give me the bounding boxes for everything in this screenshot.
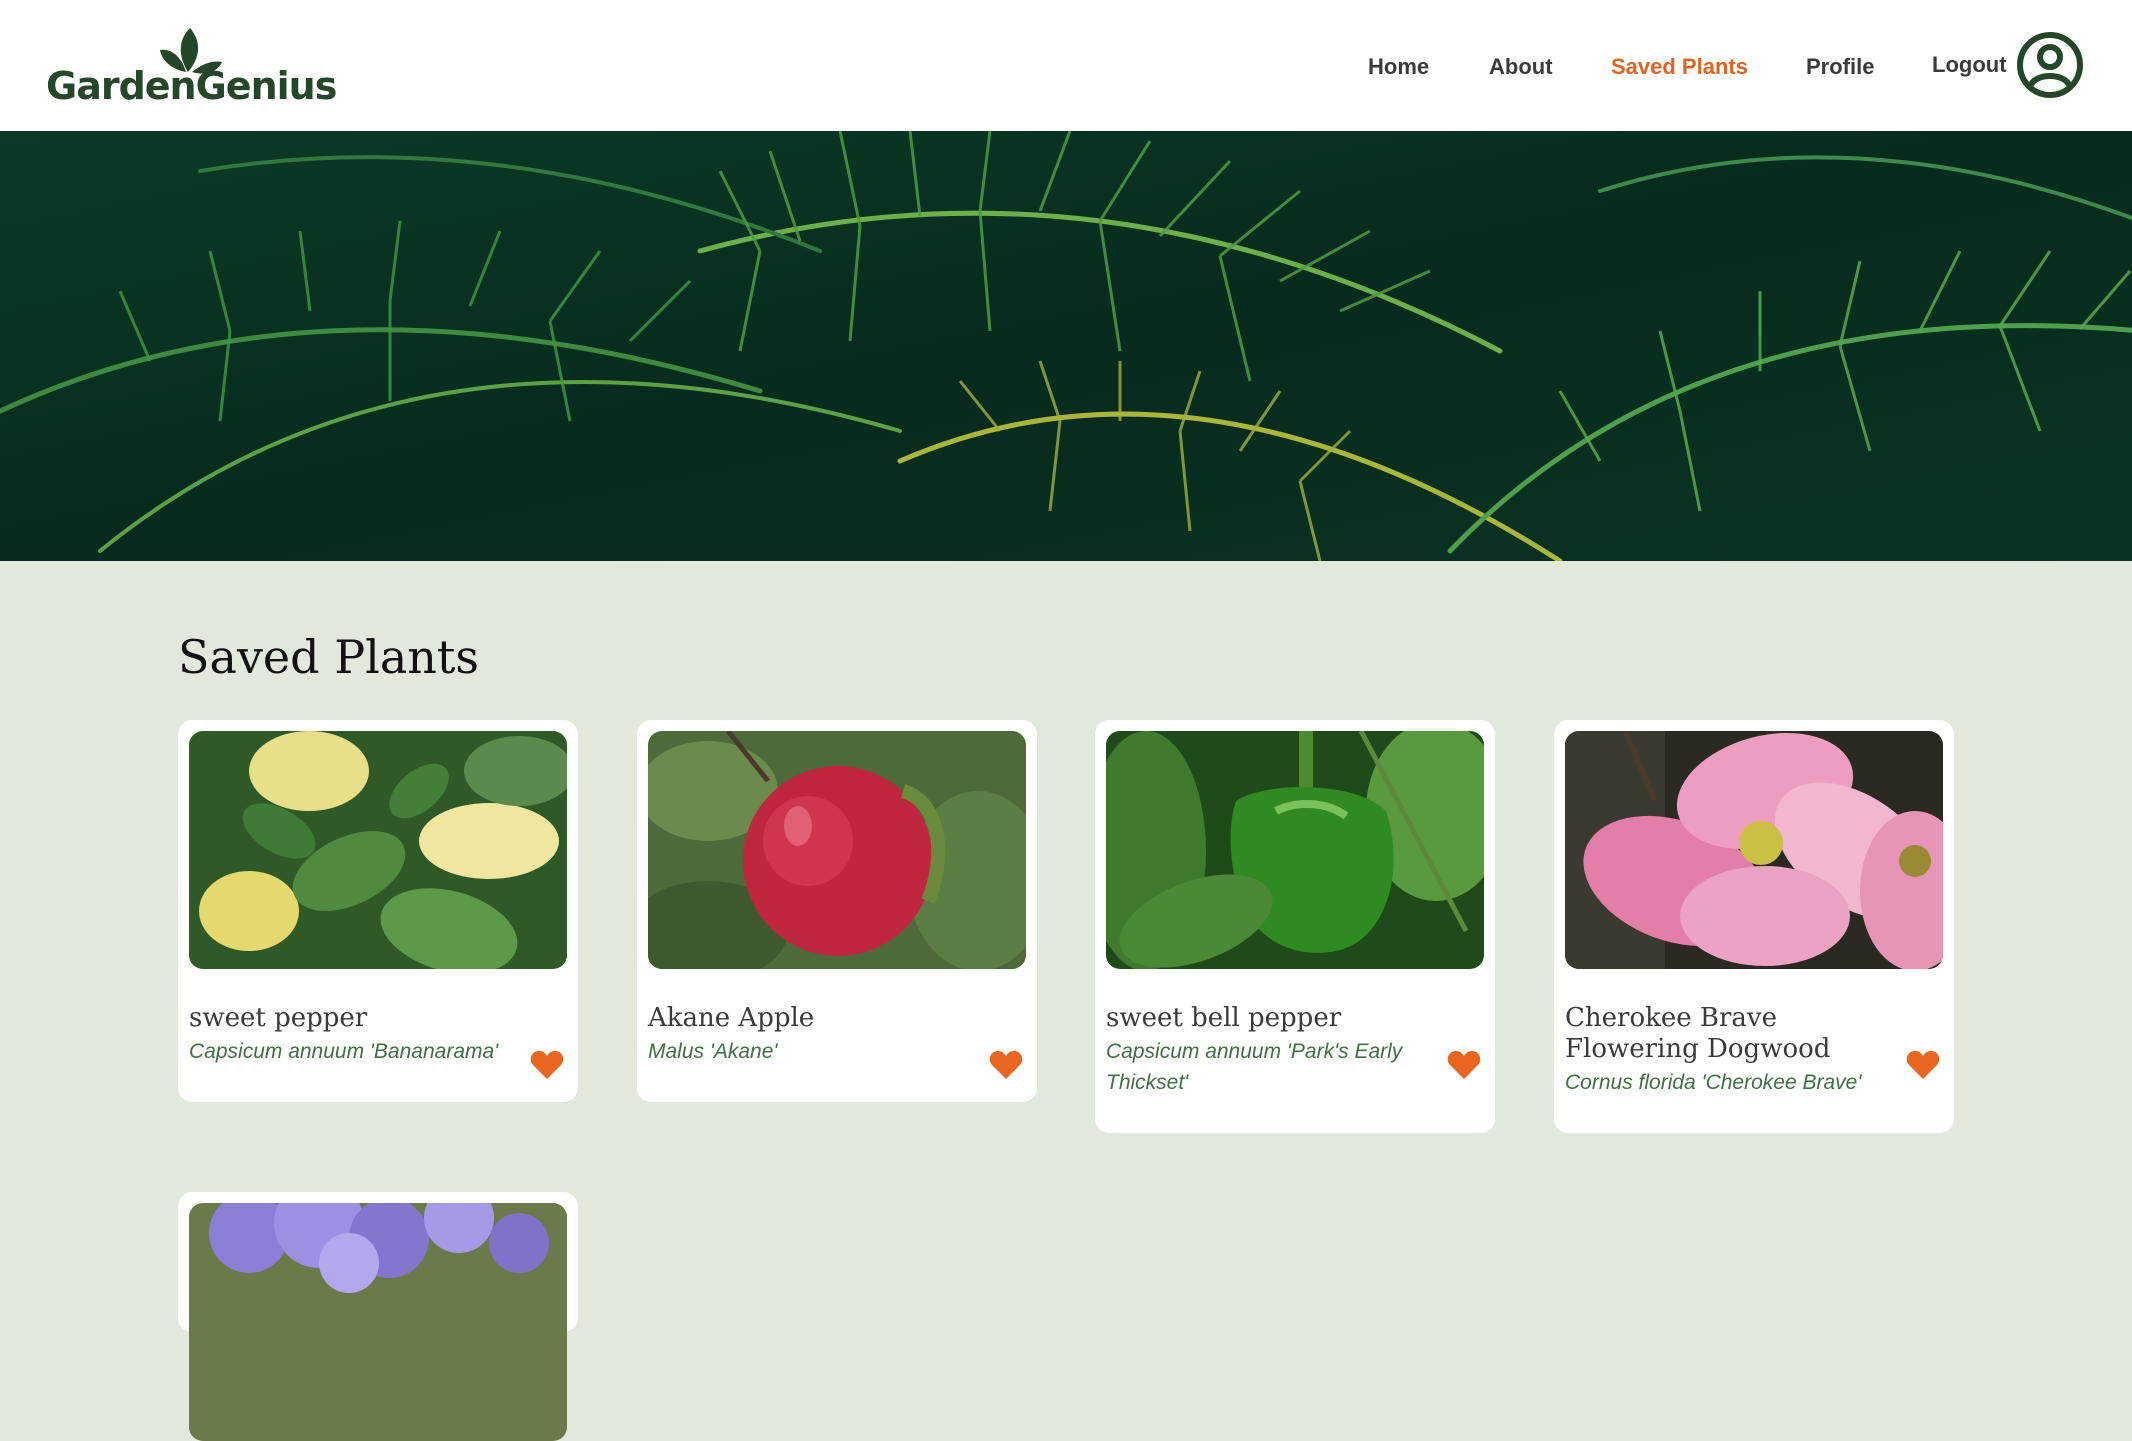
plant-common-name: Cherokee Brave Flowering Dogwood xyxy=(1565,1003,1831,1064)
nav-home[interactable]: Home xyxy=(1368,54,1429,80)
pink-dogwood-flower-image xyxy=(1565,731,1943,969)
user-circle-icon[interactable] xyxy=(2016,31,2084,99)
red-apple-image xyxy=(648,731,1026,969)
plant-card[interactable]: sweet pepper Capsicum annuum 'Bananarama… xyxy=(178,720,578,1102)
plant-card[interactable]: sweet bell pepper Capsicum annuum 'Park'… xyxy=(1095,720,1495,1133)
plant-common-name: Akane Apple xyxy=(648,1003,815,1033)
page-title: Saved Plants xyxy=(178,630,480,684)
site-header: GardenGenius Home About Saved Plants Pro… xyxy=(0,0,2132,131)
plant-card[interactable]: Akane Apple Malus 'Akane' xyxy=(637,720,1037,1102)
heart-icon[interactable] xyxy=(1906,1050,1940,1080)
plant-card[interactable] xyxy=(178,1192,578,1441)
heart-icon[interactable] xyxy=(989,1050,1023,1080)
purple-ageratum-flower-image xyxy=(189,1203,567,1441)
main-nav: Home About Saved Plants Profile Logout xyxy=(0,52,2132,84)
hero-banner xyxy=(0,131,2132,561)
nav-logout[interactable]: Logout xyxy=(1932,52,2007,78)
plant-common-name: sweet pepper xyxy=(189,1003,368,1033)
plant-scientific-name: Cornus florida 'Cherokee Brave' xyxy=(1565,1071,1862,1094)
palm-fronds-image xyxy=(0,131,2132,561)
green-bell-pepper-image xyxy=(1106,731,1484,969)
nav-about[interactable]: About xyxy=(1489,54,1553,80)
plant-common-name: sweet bell pepper xyxy=(1106,1003,1342,1033)
heart-icon[interactable] xyxy=(1447,1050,1481,1080)
plant-scientific-name: Malus 'Akane' xyxy=(648,1040,778,1063)
plant-card[interactable]: Cherokee Brave Flowering Dogwood Cornus … xyxy=(1554,720,1954,1133)
plant-scientific-name: Capsicum annuum 'Bananarama' xyxy=(189,1040,499,1063)
plant-scientific-name: Capsicum annuum 'Park's Early Thickset' xyxy=(1106,1040,1403,1094)
nav-saved-plants[interactable]: Saved Plants xyxy=(1611,54,1748,80)
nav-profile[interactable]: Profile xyxy=(1806,54,1874,80)
yellow-pepper-plant-image xyxy=(189,731,567,969)
heart-icon[interactable] xyxy=(530,1050,564,1080)
